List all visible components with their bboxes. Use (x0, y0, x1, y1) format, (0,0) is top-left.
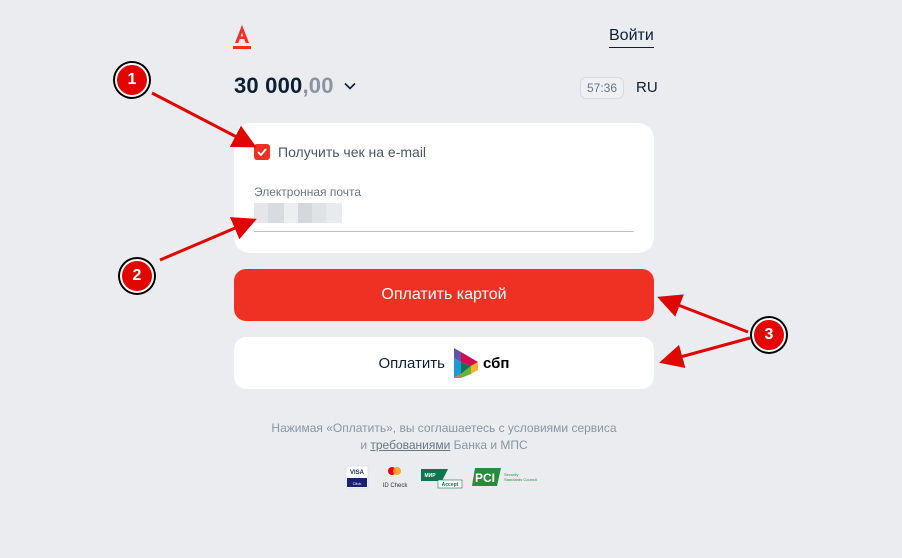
terms-requirements-link[interactable]: требованиями (370, 438, 450, 452)
mastercard-id-check-badge: ID Check (383, 467, 409, 489)
pay-by-sbp-button[interactable]: Оплатить сбп (234, 337, 654, 389)
mir-top-text: МИР (424, 473, 436, 479)
mc-label-text: ID Check (383, 483, 409, 489)
annotation-marker-3: 3 (752, 318, 786, 352)
pay-by-card-button[interactable]: Оплатить картой (234, 269, 654, 321)
amount-main: 30 000 (234, 73, 303, 98)
login-link[interactable]: Войти (609, 27, 654, 48)
sbp-logo: сбп (453, 347, 509, 379)
visa-top-text: VISA (350, 470, 365, 476)
pci-dss-badge: PCI Security Standards Council (472, 468, 537, 486)
annotation-marker-1: 1 (115, 63, 149, 97)
annotation-marker-2: 2 (120, 259, 154, 293)
email-field-label: Электронная почта (254, 185, 362, 199)
terms-suffix: Банка и МПС (450, 438, 528, 452)
sbp-icon (454, 348, 478, 378)
terms-line-2: и требованиями Банка и МПС (234, 437, 654, 454)
mir-bottom-text: Accept (442, 482, 459, 488)
receipt-form-card: Получить чек на e-mail Электронная почта (234, 123, 654, 253)
amount-cents: ,00 (302, 73, 334, 98)
email-field-blurred-value[interactable] (254, 203, 342, 223)
pci-label-text: PCI (475, 471, 495, 485)
terms-text: Нажимая «Оплатить», вы соглашаетесь с ус… (234, 420, 654, 454)
payment-amount[interactable]: 30 000,00 (234, 73, 356, 99)
email-field-underline (254, 231, 634, 232)
arrow-3b (659, 336, 751, 369)
terms-prefix: и (360, 438, 371, 452)
alfa-bank-logo (233, 25, 251, 49)
security-badges: VISA Click ID Check МИР Accept PCI Secur… (344, 465, 541, 491)
sbp-brand-text: сбп (483, 354, 510, 372)
mir-accept-badge: МИР Accept (421, 469, 463, 489)
pci-text-2: Standards Council (504, 477, 537, 482)
visa-bottom-text: Click (353, 481, 362, 486)
arrow-3a (657, 294, 749, 334)
terms-line-1: Нажимая «Оплатить», вы соглашаетесь с ус… (271, 421, 617, 435)
pay-sbp-label: Оплатить (378, 354, 446, 372)
checkmark-icon (257, 148, 267, 156)
session-timer: 57:36 (580, 77, 624, 99)
language-switcher[interactable]: RU (636, 79, 658, 96)
visa-secure-badge: VISA Click (345, 465, 369, 489)
receipt-email-checkbox[interactable] (254, 144, 270, 160)
chevron-down-icon (344, 82, 356, 90)
receipt-email-checkbox-label[interactable]: Получить чек на e-mail (278, 144, 426, 160)
